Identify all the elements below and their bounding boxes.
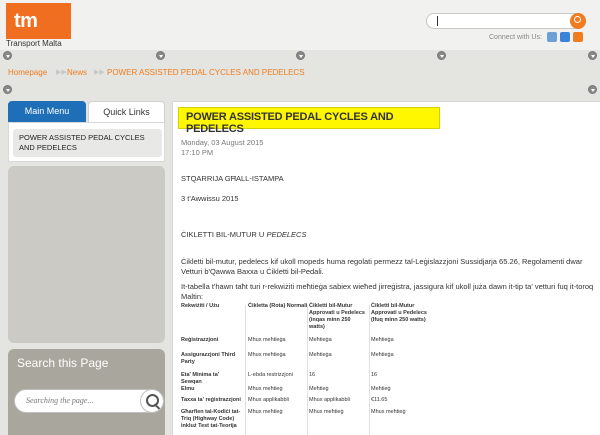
tab-main-menu[interactable]: Main Menu [8, 101, 86, 122]
table-header-cell: Rekwiżiti / Użu [181, 303, 220, 309]
table-cell: Mhux meħtieġa [248, 352, 286, 358]
logo-caption: Transport Malta [6, 39, 62, 48]
table-cell: Mhux meħtieġ [309, 409, 344, 415]
chevron-down-icon[interactable] [156, 51, 165, 60]
article-date: Monday, 03 August 2015 17:10 PM [181, 138, 263, 158]
chevron-right-icon: ▶▶ [94, 69, 105, 76]
table-cell: Meħtieġa [309, 337, 332, 343]
chevron-down-icon[interactable] [3, 51, 12, 60]
table-header-cell: Ċikletti bil-Mutur Approvati u Pedelecs … [309, 303, 365, 330]
chevron-down-icon[interactable] [588, 51, 597, 60]
breadcrumb-current: POWER ASSISTED PEDAL CYCLES AND PEDELECS [107, 68, 305, 77]
article-panel: POWER ASSISTED PEDAL CYCLES AND PEDELECS… [172, 101, 600, 435]
main-menu-panel: POWER ASSISTED PEDAL CYCLES AND PEDELECS [8, 122, 165, 162]
release-date: 3 t'Awwissu 2015 [181, 194, 239, 203]
connect-label: Connect with Us: [489, 34, 542, 41]
table-row: Taxxa ta' reġistrazzjoni Mhux applikabbl… [181, 397, 426, 409]
breadcrumb-news[interactable]: News [67, 68, 87, 77]
page-search-input[interactable]: Searching the page... [14, 389, 160, 413]
rss-icon[interactable] [560, 32, 570, 42]
sidebar-panel [8, 166, 165, 343]
table-cell: Mhux meħtieġ [371, 409, 406, 415]
article-date-text: Monday, 03 August 2015 [181, 138, 264, 147]
article-paragraph-2: It-tabella t'hawn taħt turi r-rekwiżiti … [181, 282, 594, 301]
table-cell: Mhux meħtieġ [248, 386, 283, 392]
table-cell: €11.65 [371, 397, 388, 403]
sidebar-tabs: Main Menu Quick Links [8, 101, 165, 122]
chevron-down-icon[interactable] [296, 51, 305, 60]
text-caret [437, 16, 438, 26]
table-cell: Mhux meħtieġa [248, 337, 286, 343]
search-panel-title: Search this Page [17, 356, 109, 370]
table-cell: Taxxa ta' reġistrazzjoni [181, 397, 241, 403]
chevron-right-icon: ▶▶ [56, 69, 67, 76]
table-row: Assigurazzjoni Third Party Mhux meħtieġa… [181, 352, 426, 372]
tab-quick-links[interactable]: Quick Links [88, 101, 165, 122]
table-cell: L-ebda restrizzjoni [248, 372, 293, 378]
table-cell: Mhux applikabbli [248, 397, 289, 403]
article-heading-em: PEDELECS [266, 230, 307, 239]
breadcrumb: Homepage ▶▶ News ▶▶ POWER ASSISTED PEDAL… [0, 62, 600, 84]
article-paragraph-1: Ċikletti bil-mutur, pedelecs kif ukoll m… [181, 257, 583, 276]
table-row: Eta' Minima ta' Sewqan L-ebda restrizzjo… [181, 372, 426, 386]
breadcrumb-home[interactable]: Homepage [8, 68, 47, 77]
table-cell: Meħtieġa [309, 352, 332, 358]
page-search-panel: Search this Page Searching the page... [8, 349, 165, 435]
table-cell: Assigurazzjoni Third Party [181, 352, 236, 365]
site-search-input[interactable] [426, 13, 586, 29]
chevron-down-icon[interactable] [588, 85, 597, 94]
chevron-down-icon[interactable] [437, 51, 446, 60]
logo-text: tm [14, 10, 38, 32]
table-header-cell: Ċikletti bil-Mutur Approvati u Pedelecs … [371, 303, 427, 323]
table-cell: Meħtieġa [371, 337, 394, 343]
press-release-label: STQARRIJA GĦALL-ISTAMPA [181, 174, 284, 183]
table-row: Reġistrazzjoni Mhux meħtieġa Meħtieġa Me… [181, 337, 426, 352]
email-icon[interactable] [547, 32, 557, 42]
table-header-cell: Ċikletta (Rota) Normali [248, 303, 308, 309]
table-header-row: Rekwiżiti / Użu Ċikletta (Rota) Normali … [181, 303, 427, 337]
table-cell: Mhux applikabbli [309, 397, 350, 403]
chevron-down-icon[interactable] [3, 85, 12, 94]
page-title: POWER ASSISTED PEDAL CYCLES AND PEDELECS [178, 107, 440, 135]
article-heading: ĊIKLETTI BIL-MUTUR U PEDELECS [181, 230, 306, 240]
table-cell: Meħtieġ [309, 386, 329, 392]
search-icon[interactable] [140, 389, 164, 413]
article-heading-plain: ĊIKLETTI BIL-MUTUR U [181, 230, 267, 239]
requirements-table: Rekwiżiti / Użu Ċikletta (Rota) Normali … [181, 303, 427, 433]
feed-icon[interactable] [573, 32, 583, 42]
table-cell: 16 [371, 372, 378, 378]
site-header: tm Transport Malta Connect with Us: [0, 0, 600, 50]
table-row: Elmu Mhux meħtieġ Meħtieġ Meħtieġ [181, 386, 426, 397]
table-cell: Għarfien tal-Kodiċi tat-Triq (Highway Co… [181, 409, 241, 429]
table-cell: Meħtieġa [371, 352, 394, 358]
table-cell: Mhux meħtieġ [248, 409, 283, 415]
table-cell: Meħtieġ [371, 386, 391, 392]
table-cell: 16 [309, 372, 316, 378]
logo[interactable]: tm [6, 3, 71, 39]
search-icon[interactable] [570, 13, 586, 29]
table-row: Għarfien tal-Kodiċi tat-Triq (Highway Co… [181, 409, 426, 433]
table-cell: Elmu [181, 386, 195, 392]
table-cell: Reġistrazzjoni [181, 337, 219, 343]
table-cell: Eta' Minima ta' Sewqan [181, 372, 220, 385]
sidebar-item-current-article[interactable]: POWER ASSISTED PEDAL CYCLES AND PEDELECS [13, 129, 162, 157]
article-time: 17:10 PM [181, 148, 214, 157]
